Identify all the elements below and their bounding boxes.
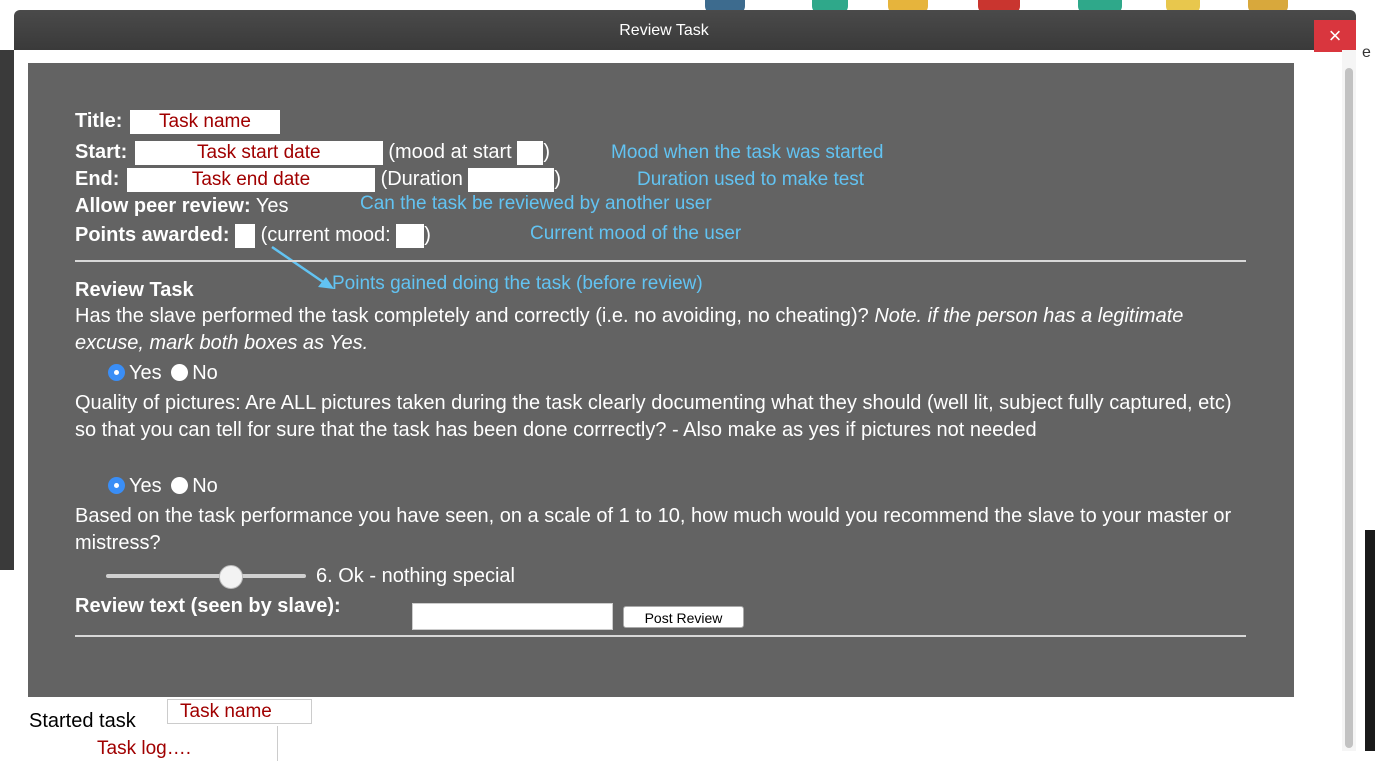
annotation-mood-start: Mood when the task was started bbox=[611, 142, 884, 163]
dialog-title: Review Task bbox=[619, 22, 709, 39]
question-pictures-text: Quality of pictures: Are ALL pictures ta… bbox=[75, 392, 1232, 441]
title-value: Task name bbox=[159, 110, 251, 132]
end-value-box: Task end date bbox=[127, 167, 375, 192]
q1-radio-group: Yes No bbox=[108, 361, 218, 385]
duration-box bbox=[468, 167, 555, 192]
annotation-points: Points gained doing the task (before rev… bbox=[332, 273, 703, 294]
peer-review-row: Allow peer review: Yes bbox=[75, 194, 288, 218]
started-task-name: Task name bbox=[167, 699, 312, 724]
peer-review-label: Allow peer review: bbox=[75, 195, 251, 217]
title-value-box: Task name bbox=[129, 109, 280, 134]
q2-yes-radio[interactable] bbox=[108, 477, 125, 494]
q2-no-label: No bbox=[192, 475, 218, 497]
start-value: Task start date bbox=[197, 141, 321, 163]
peer-review-value: Yes bbox=[255, 195, 289, 217]
q1-yes-radio[interactable] bbox=[108, 364, 125, 381]
start-row: Start: Task start date (mood at start ) bbox=[75, 140, 550, 165]
annotation-current-mood: Current mood of the user bbox=[530, 223, 742, 244]
review-task-dialog: Review Task × Title: Task name Start: Ta… bbox=[14, 10, 1356, 761]
annotation-duration: Duration used to make test bbox=[637, 169, 865, 190]
current-mood-close: ) bbox=[424, 224, 431, 246]
start-value-box: Task start date bbox=[134, 140, 383, 165]
title-row: Title: Task name bbox=[75, 109, 280, 134]
slider-value-label: 6. Ok - nothing special bbox=[316, 565, 515, 587]
recommend-slider-track[interactable] bbox=[106, 574, 306, 578]
mood-at-start-box bbox=[517, 140, 544, 165]
scrollbar-thumb[interactable] bbox=[1345, 68, 1353, 748]
question-quality-task-text: Has the slave performed the task complet… bbox=[75, 305, 869, 327]
q1-yes-label: Yes bbox=[129, 362, 162, 384]
q2-yes-label: Yes bbox=[129, 475, 162, 497]
q2-radio-group: Yes No bbox=[108, 474, 218, 498]
dialog-scrollbar[interactable] bbox=[1342, 50, 1356, 751]
annotation-peer-review: Can the task be reviewed by another user bbox=[360, 193, 712, 214]
background-edge-text: e bbox=[1362, 44, 1371, 61]
post-review-button[interactable]: Post Review bbox=[623, 606, 744, 628]
divider bbox=[75, 635, 1246, 637]
end-value: Task end date bbox=[191, 168, 311, 190]
log-divider bbox=[277, 726, 278, 761]
mood-at-start-text: (mood at start bbox=[388, 141, 512, 163]
review-text-input[interactable] bbox=[412, 603, 613, 630]
duration-text: (Duration bbox=[380, 168, 463, 190]
question-recommend-text: Based on the task performance you have s… bbox=[75, 505, 1232, 554]
current-mood-box bbox=[396, 223, 425, 248]
q2-no-radio[interactable] bbox=[171, 477, 189, 494]
duration-close: ) bbox=[554, 168, 562, 190]
close-icon: × bbox=[1328, 23, 1342, 48]
mood-at-start-close: ) bbox=[543, 141, 550, 163]
title-label: Title: bbox=[75, 110, 123, 132]
started-task-label: Started task bbox=[29, 710, 136, 732]
review-heading: Review Task bbox=[75, 279, 194, 301]
review-panel: Title: Task name Start: Task start date … bbox=[28, 63, 1294, 697]
end-row: End: Task end date (Duration ) bbox=[75, 167, 561, 192]
background-left bbox=[0, 50, 14, 570]
question-quality-task: Has the slave performed the task complet… bbox=[75, 303, 1235, 357]
points-label: Points awarded: bbox=[75, 224, 230, 246]
recommend-slider-thumb[interactable] bbox=[219, 565, 244, 589]
dialog-titlebar[interactable]: Review Task bbox=[14, 10, 1356, 50]
points-row: Points awarded: (current mood: ) bbox=[75, 223, 431, 248]
points-value-box bbox=[235, 223, 256, 248]
end-label: End: bbox=[75, 168, 120, 190]
background-right-dark bbox=[1365, 530, 1375, 751]
annotation-arrow bbox=[271, 245, 334, 289]
start-label: Start: bbox=[75, 141, 128, 163]
close-button[interactable]: × bbox=[1314, 20, 1356, 52]
divider bbox=[75, 260, 1246, 262]
q1-no-radio[interactable] bbox=[171, 364, 189, 381]
task-log-text: Task log…. bbox=[97, 738, 191, 759]
review-text-label: Review text (seen by slave): bbox=[75, 595, 341, 617]
q1-no-label: No bbox=[192, 362, 218, 384]
